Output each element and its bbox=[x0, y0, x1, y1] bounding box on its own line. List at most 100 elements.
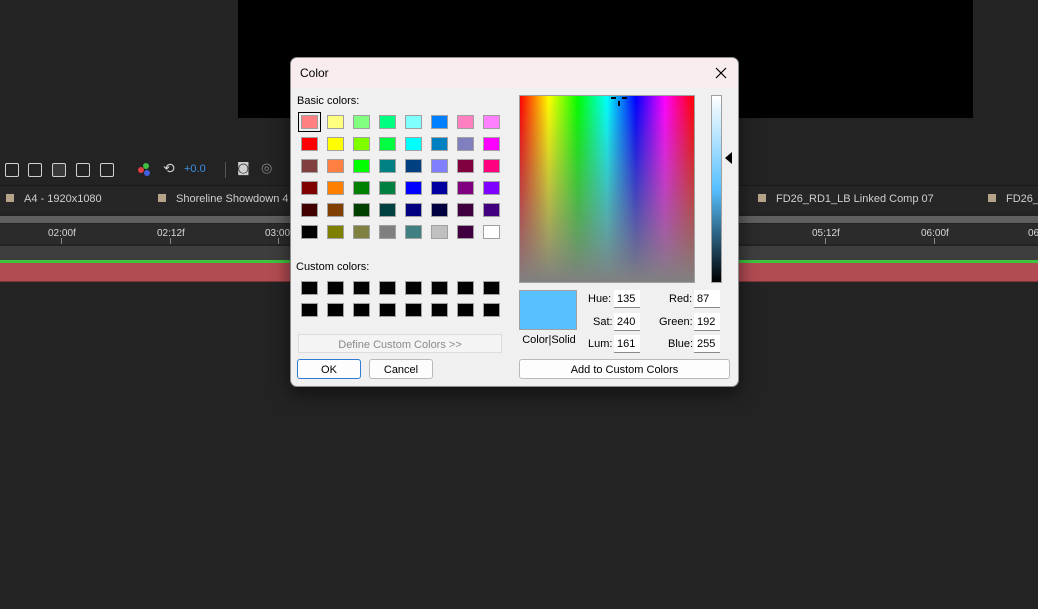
timeline-tab[interactable]: A4 - 1920x1080 bbox=[6, 186, 102, 212]
exposure-value[interactable]: +0.0 bbox=[184, 163, 206, 175]
sat-label: Sat: bbox=[593, 316, 613, 328]
hue-saturation-spectrum[interactable] bbox=[519, 95, 695, 283]
basic-color-swatch[interactable] bbox=[431, 115, 448, 129]
basic-color-swatch[interactable] bbox=[379, 159, 396, 173]
lum-field[interactable] bbox=[614, 335, 640, 353]
cancel-button[interactable]: Cancel bbox=[369, 359, 433, 379]
basic-color-swatch[interactable] bbox=[301, 225, 318, 239]
guides-icon[interactable] bbox=[100, 163, 114, 177]
basic-color-swatch[interactable] bbox=[353, 203, 370, 217]
basic-color-swatch[interactable] bbox=[405, 137, 422, 151]
dialog-titlebar[interactable]: Color bbox=[291, 58, 738, 88]
timeline-tab[interactable]: FD26_RD1_LB Linked Comp 07 bbox=[758, 186, 934, 212]
basic-color-swatch[interactable] bbox=[353, 137, 370, 151]
basic-color-swatch[interactable] bbox=[483, 225, 500, 239]
basic-color-swatch[interactable] bbox=[431, 203, 448, 217]
basic-color-swatch[interactable] bbox=[301, 159, 318, 173]
custom-colors-label: Custom colors: bbox=[296, 261, 370, 273]
custom-color-swatch[interactable] bbox=[353, 281, 370, 295]
basic-color-swatch[interactable] bbox=[405, 225, 422, 239]
close-icon bbox=[715, 67, 727, 79]
red-field[interactable] bbox=[694, 290, 720, 308]
basic-color-swatch[interactable] bbox=[483, 115, 500, 129]
show-snapshot-icon[interactable]: ◎ bbox=[261, 161, 272, 176]
sat-field[interactable] bbox=[614, 313, 640, 331]
custom-color-swatch[interactable] bbox=[457, 281, 474, 295]
basic-color-swatch[interactable] bbox=[405, 181, 422, 195]
basic-color-swatch[interactable] bbox=[379, 115, 396, 129]
basic-color-swatch[interactable] bbox=[379, 137, 396, 151]
timeline-tab-label: FD26_ bbox=[1006, 193, 1038, 205]
basic-color-swatch[interactable] bbox=[298, 112, 321, 132]
basic-color-swatch[interactable] bbox=[457, 225, 474, 239]
basic-color-swatch[interactable] bbox=[327, 137, 344, 151]
basic-color-swatch[interactable] bbox=[431, 159, 448, 173]
basic-color-swatch[interactable] bbox=[457, 181, 474, 195]
basic-color-swatch[interactable] bbox=[353, 159, 370, 173]
ruler-tick bbox=[934, 238, 935, 244]
basic-color-swatch[interactable] bbox=[431, 181, 448, 195]
basic-color-swatch[interactable] bbox=[327, 225, 344, 239]
hue-field[interactable] bbox=[614, 290, 640, 308]
custom-color-swatch[interactable] bbox=[483, 303, 500, 317]
ok-button[interactable]: OK bbox=[297, 359, 361, 379]
custom-color-swatch[interactable] bbox=[405, 303, 422, 317]
basic-color-swatch[interactable] bbox=[327, 203, 344, 217]
basic-color-swatch[interactable] bbox=[327, 115, 344, 129]
ruler-tick bbox=[825, 238, 826, 244]
basic-color-swatch[interactable] bbox=[327, 159, 344, 173]
snapshot-region-icon[interactable] bbox=[5, 163, 19, 177]
basic-color-swatch[interactable] bbox=[379, 225, 396, 239]
basic-color-swatch[interactable] bbox=[353, 181, 370, 195]
region-of-interest-icon[interactable] bbox=[76, 163, 90, 177]
basic-color-swatch[interactable] bbox=[457, 137, 474, 151]
basic-color-swatch[interactable] bbox=[431, 225, 448, 239]
basic-color-swatch[interactable] bbox=[483, 159, 500, 173]
custom-color-swatch[interactable] bbox=[379, 281, 396, 295]
custom-color-swatch[interactable] bbox=[405, 281, 422, 295]
custom-color-swatch[interactable] bbox=[483, 281, 500, 295]
basic-color-swatch[interactable] bbox=[431, 137, 448, 151]
basic-color-swatch[interactable] bbox=[405, 203, 422, 217]
timeline-tab[interactable]: FD26_ bbox=[988, 186, 1038, 212]
basic-color-swatch[interactable] bbox=[353, 225, 370, 239]
basic-color-swatch[interactable] bbox=[405, 159, 422, 173]
basic-color-swatch[interactable] bbox=[301, 181, 318, 195]
custom-color-swatch[interactable] bbox=[327, 303, 344, 317]
transparency-grid-icon[interactable] bbox=[28, 163, 42, 177]
custom-color-swatch[interactable] bbox=[301, 281, 318, 295]
add-to-custom-colors-button[interactable]: Add to Custom Colors bbox=[519, 359, 730, 379]
basic-color-swatch[interactable] bbox=[405, 115, 422, 129]
timeline-tab[interactable]: Shoreline Showdown 4 bbox=[158, 186, 289, 212]
basic-color-swatch[interactable] bbox=[301, 203, 318, 217]
basic-color-swatch[interactable] bbox=[379, 203, 396, 217]
green-field[interactable] bbox=[694, 313, 720, 331]
basic-color-swatch[interactable] bbox=[353, 115, 370, 129]
custom-color-swatch[interactable] bbox=[431, 281, 448, 295]
custom-color-swatch[interactable] bbox=[431, 303, 448, 317]
basic-color-swatch[interactable] bbox=[483, 203, 500, 217]
basic-color-swatch[interactable] bbox=[483, 137, 500, 151]
basic-color-swatch[interactable] bbox=[379, 181, 396, 195]
basic-color-swatch[interactable] bbox=[301, 137, 318, 151]
camera-icon[interactable]: ◙ bbox=[237, 161, 250, 176]
basic-color-swatch[interactable] bbox=[483, 181, 500, 195]
custom-color-swatch[interactable] bbox=[327, 281, 344, 295]
basic-color-swatch[interactable] bbox=[327, 181, 344, 195]
basic-color-swatch[interactable] bbox=[457, 159, 474, 173]
custom-color-swatch[interactable] bbox=[301, 303, 318, 317]
custom-color-swatch[interactable] bbox=[457, 303, 474, 317]
luminosity-slider[interactable] bbox=[711, 95, 722, 283]
close-button[interactable] bbox=[710, 62, 732, 84]
custom-color-swatch[interactable] bbox=[379, 303, 396, 317]
lum-label: Lum: bbox=[588, 338, 613, 350]
blue-field[interactable] bbox=[694, 335, 720, 353]
reset-exposure-icon[interactable]: ⟲ bbox=[163, 161, 175, 177]
channels-icon[interactable] bbox=[138, 163, 152, 177]
timeline-tab-label: Shoreline Showdown 4 bbox=[176, 193, 289, 205]
luminosity-arrow-icon[interactable] bbox=[725, 152, 732, 164]
custom-color-swatch[interactable] bbox=[353, 303, 370, 317]
mask-path-icon[interactable] bbox=[52, 163, 66, 177]
basic-color-swatch[interactable] bbox=[457, 203, 474, 217]
basic-color-swatch[interactable] bbox=[457, 115, 474, 129]
